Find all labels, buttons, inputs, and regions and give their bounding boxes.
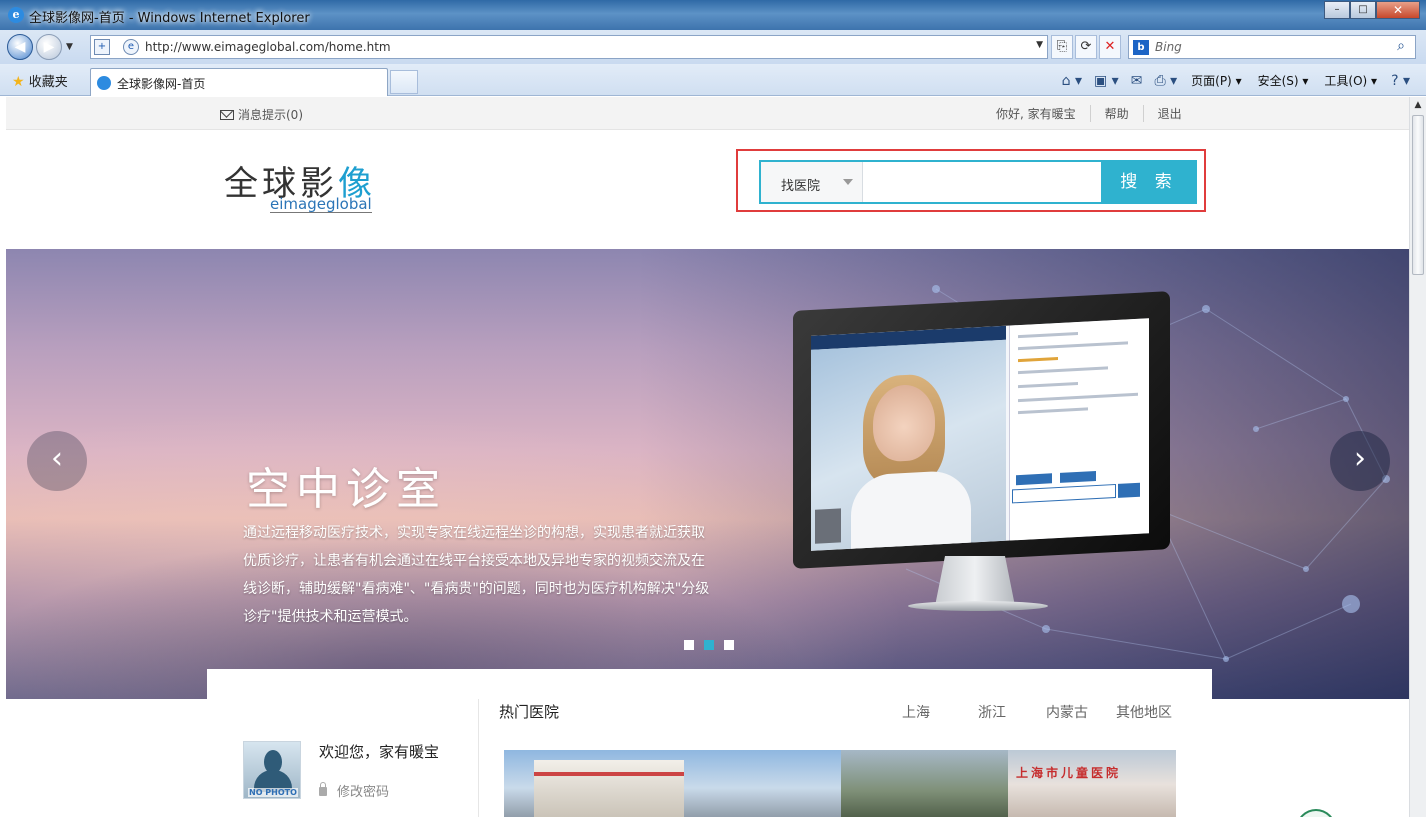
site-search: 找医院 搜 索: [759, 160, 1197, 204]
monitor-illustration: [793, 291, 1170, 611]
avatar-label: NO PHOTO: [248, 788, 298, 797]
tab-title: 全球影像网-首页: [117, 77, 206, 91]
carousel-dot[interactable]: [684, 640, 694, 650]
bing-logo-icon: b: [1133, 40, 1149, 55]
favorites-label: 收藏夹: [28, 75, 68, 90]
lock-icon: [319, 782, 327, 796]
change-password-link[interactable]: 修改密码: [319, 781, 389, 800]
help-icon[interactable]: ? ▾: [1385, 73, 1416, 89]
close-window-button[interactable]: ✕: [1376, 1, 1420, 19]
region-tab-neimenggu[interactable]: 内蒙古: [1046, 702, 1116, 722]
history-dropdown-icon[interactable]: ▼: [66, 42, 73, 52]
title-bar: e 全球影像网-首页 - Windows Internet Explorer –…: [0, 0, 1426, 30]
home-icon[interactable]: ⌂ ▾: [1056, 73, 1088, 89]
banner-description: 通过远程移动医疗技术，实现专家在线远程坐诊的构想，实现患者就近获取优质诊疗，让患…: [243, 525, 710, 625]
url-text[interactable]: http://www.eimageglobal.com/home.htm: [145, 40, 391, 54]
region-tab-zhejiang[interactable]: 浙江: [978, 702, 1046, 722]
monitor-frame: [793, 291, 1170, 569]
change-password-label: 修改密码: [337, 785, 390, 800]
carousel-dot-active[interactable]: [704, 640, 714, 650]
greeting: 你好, 家有暖宝: [996, 107, 1076, 121]
chevron-down-icon: [843, 179, 853, 185]
messages-link[interactable]: 消息提示(0): [220, 106, 303, 123]
avatar[interactable]: NO PHOTO: [243, 741, 301, 799]
web-page: 消息提示(0) 你好, 家有暖宝 帮助 退出 全球影像 eimageglobal…: [6, 97, 1409, 817]
favorites-bar: ★ 收藏夹 全球影像网-首页 ⌂ ▾ ▣ ▾ ✉ ⎙ ▾ 页面(P) ▾ 安全(…: [0, 64, 1426, 96]
region-tab-shanghai[interactable]: 上海: [902, 702, 978, 722]
network-pattern: [905, 285, 1390, 662]
search-button[interactable]: 搜 索: [1101, 160, 1197, 204]
address-box[interactable]: + e http://www.eimageglobal.com/home.htm…: [90, 35, 1048, 59]
carousel-prev-button[interactable]: ‹: [27, 431, 87, 491]
carousel-dot[interactable]: [724, 640, 734, 650]
scroll-up-icon[interactable]: ▲: [1410, 97, 1426, 114]
tab-ie-icon: [97, 76, 111, 90]
search-category-label: 找医院: [781, 179, 821, 194]
print-icon[interactable]: ⎙ ▾: [1148, 73, 1183, 89]
maximize-button[interactable]: □: [1350, 1, 1376, 19]
carousel-next-button[interactable]: ›: [1330, 431, 1390, 491]
browser-window: e 全球影像网-首页 - Windows Internet Explorer –…: [0, 0, 1426, 817]
tools-menu[interactable]: 工具(O) ▾: [1316, 70, 1385, 91]
search-category-select[interactable]: 找医院: [761, 162, 863, 202]
address-bar-row: ◀ ▶ ▼ + e http://www.eimageglobal.com/ho…: [0, 30, 1426, 64]
carousel-dots: [684, 640, 734, 650]
top-links: 你好, 家有暖宝 帮助 退出: [996, 105, 1196, 122]
window-controls: – □ ✕: [1324, 1, 1420, 19]
logo-subtitle: eimageglobal: [270, 195, 372, 213]
back-button[interactable]: ◀: [7, 34, 33, 60]
stop-icon[interactable]: ✕: [1099, 35, 1121, 59]
tab-home[interactable]: 全球影像网-首页: [90, 68, 388, 96]
favorites-button[interactable]: ★ 收藏夹: [12, 71, 68, 90]
hospital-image[interactable]: 上海市儿童医院: [1008, 750, 1176, 817]
refresh-icon[interactable]: ⟳: [1075, 35, 1097, 59]
top-nav: 消息提示(0) 你好, 家有暖宝 帮助 退出: [6, 97, 1409, 130]
compat-view-icon[interactable]: +: [94, 39, 110, 55]
region-tabs: 上海 浙江 内蒙古 其他地区: [902, 702, 1172, 722]
region-tab-other[interactable]: 其他地区: [1116, 702, 1172, 722]
divider: [478, 699, 479, 817]
search-highlight-box: 找医院 搜 索: [736, 149, 1206, 212]
chat-panel-image: [1009, 318, 1149, 541]
vertical-scrollbar[interactable]: ▲: [1409, 97, 1426, 817]
address-dropdown-icon[interactable]: ▼: [1036, 40, 1043, 50]
hospital-image[interactable]: [841, 750, 1008, 817]
site-header: 全球影像 eimageglobal 找医院 搜 索: [6, 130, 1409, 250]
page-icon: e: [123, 39, 139, 55]
page-menu[interactable]: 页面(P) ▾: [1183, 70, 1249, 91]
monitor-screen: [811, 318, 1149, 551]
star-icon: ★: [12, 74, 25, 90]
logout-link[interactable]: 退出: [1142, 105, 1196, 122]
forward-button[interactable]: ▶: [36, 34, 62, 60]
welcome-text: 欢迎您，家有暖宝: [319, 743, 440, 761]
hot-hospitals-title: 热门医院: [499, 703, 560, 721]
search-icon[interactable]: ⌕: [1397, 38, 1405, 54]
video-call-image: [811, 339, 1006, 551]
help-link[interactable]: 帮助: [1089, 105, 1143, 122]
banner-title: 空中诊室: [246, 464, 446, 515]
ie-logo-icon: e: [8, 7, 24, 23]
content-panel: NO PHOTO 欢迎您，家有暖宝 修改密码 热门医院 上海 浙江 内蒙古 其他…: [207, 669, 1212, 817]
envelope-icon: [220, 110, 234, 120]
messages-label: 消息提示(0): [238, 108, 303, 122]
feeds-icon[interactable]: ▣ ▾: [1088, 73, 1125, 89]
hospital-sign-text: 上海市儿童医院: [1016, 766, 1122, 780]
minimize-button[interactable]: –: [1324, 1, 1350, 19]
hospital-image[interactable]: [504, 750, 841, 817]
command-bar: ⌂ ▾ ▣ ▾ ✉ ⎙ ▾ 页面(P) ▾ 安全(S) ▾ 工具(O) ▾ ? …: [1056, 70, 1416, 91]
scroll-thumb[interactable]: [1412, 115, 1424, 275]
window-title: 全球影像网-首页 - Windows Internet Explorer: [29, 11, 310, 26]
search-provider: Bing: [1155, 40, 1182, 54]
mail-icon[interactable]: ✉: [1125, 73, 1149, 89]
new-tab-button[interactable]: [390, 70, 418, 94]
rss-compat-icon[interactable]: ⎘: [1051, 35, 1073, 59]
safety-menu[interactable]: 安全(S) ▾: [1250, 70, 1317, 91]
search-box[interactable]: b Bing ⌕: [1128, 35, 1416, 59]
hero-banner: ‹ › 空中诊室 通过远程移动医疗技术，实现专家在线远程坐诊的构想，实现患者就近…: [6, 249, 1409, 699]
floating-badge-icon[interactable]: [1296, 809, 1336, 817]
search-input[interactable]: [864, 162, 1101, 202]
